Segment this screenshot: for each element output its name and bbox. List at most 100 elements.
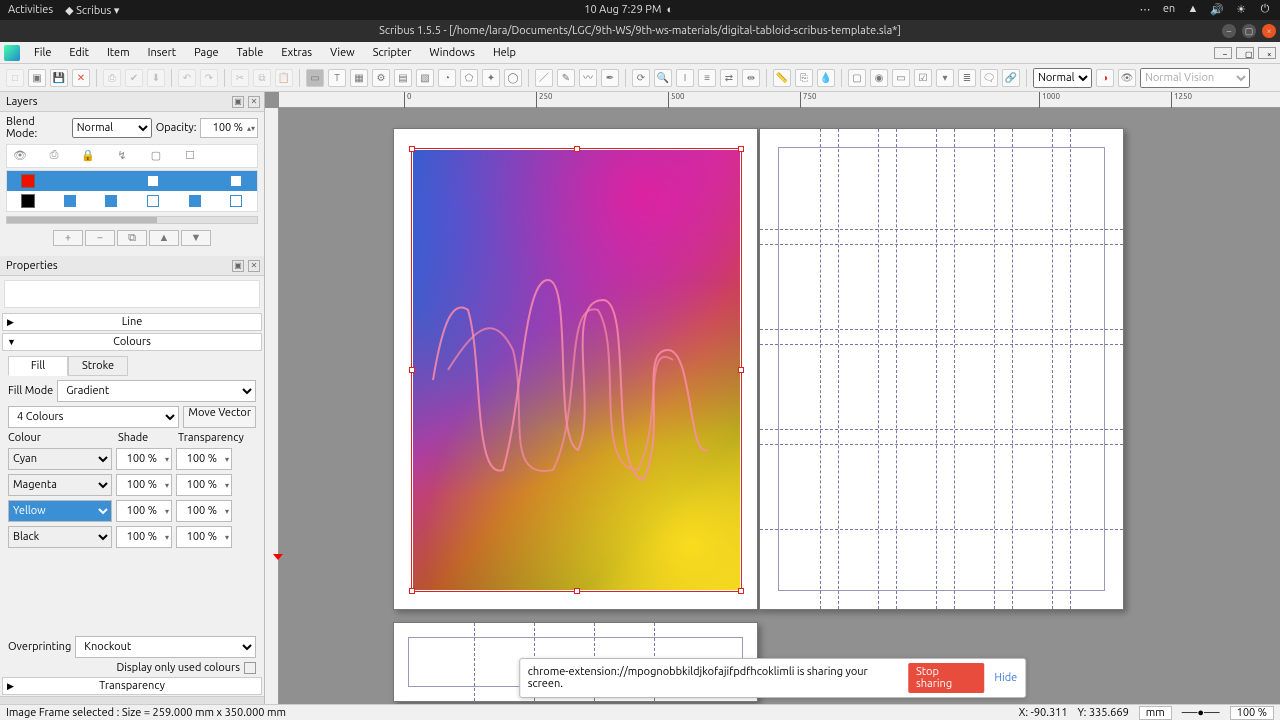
mdi-max[interactable]: ▢ — [1236, 47, 1254, 59]
layer-check[interactable] — [189, 175, 201, 187]
menu-extras[interactable]: Extras — [273, 45, 320, 61]
status-unit[interactable]: mm — [1139, 706, 1172, 720]
pdf-check[interactable]: ☑ — [914, 69, 932, 87]
tool-copy[interactable]: ⧉ — [253, 69, 271, 87]
close-button[interactable]: × — [1262, 24, 1276, 38]
section-colours[interactable]: ▼Colours — [2, 333, 262, 351]
maximize-button[interactable]: ▢ — [1242, 24, 1256, 38]
tool-zoom[interactable]: 🔍 — [654, 69, 672, 87]
tool-eyedrop[interactable]: 💧 — [817, 69, 835, 87]
opacity-spin[interactable]: 100 %▴▾ — [200, 118, 258, 138]
tool-open[interactable]: ▣ — [28, 69, 46, 87]
layer-check[interactable] — [105, 195, 117, 207]
layer-row[interactable] — [7, 191, 257, 211]
activities-button[interactable]: Activities — [8, 4, 53, 17]
colour-select[interactable]: Cyan — [8, 448, 112, 470]
layer-down-button[interactable]: ▼ — [181, 230, 211, 246]
section-line[interactable]: ▶Line — [2, 313, 262, 331]
tool-story[interactable]: ≡ — [698, 69, 716, 87]
layer-add-button[interactable]: + — [53, 230, 83, 246]
brightness-icon[interactable]: ☀ — [1234, 3, 1248, 17]
layer-check[interactable] — [64, 175, 76, 187]
trans-spin[interactable]: 100 %▾ — [176, 448, 232, 470]
pdf-radio[interactable]: ◉ — [870, 69, 888, 87]
menu-edit[interactable]: Edit — [61, 45, 97, 61]
menu-table[interactable]: Table — [229, 45, 272, 61]
canvas[interactable]: 0 250 500 750 1000 1250 — [265, 92, 1280, 704]
trans-spin[interactable]: 100 %▾ — [176, 474, 232, 496]
preview-mode-select[interactable]: Normal — [1033, 68, 1092, 88]
tool-edit-text[interactable]: I — [676, 69, 694, 87]
layer-check[interactable] — [147, 195, 159, 207]
trans-spin[interactable]: 100 %▾ — [176, 500, 232, 522]
tool-print[interactable]: ⎙ — [103, 69, 121, 87]
tool-link[interactable]: ⇄ — [720, 69, 738, 87]
tool-preflight[interactable]: ✔ — [125, 69, 143, 87]
menu-windows[interactable]: Windows — [421, 45, 483, 61]
menu-item[interactable]: Item — [99, 45, 138, 61]
pdf-list[interactable]: ≣ — [958, 69, 976, 87]
layer-row[interactable] — [7, 171, 257, 191]
panel-hscroll[interactable] — [0, 696, 264, 704]
tool-bezier[interactable]: ✎ — [557, 69, 575, 87]
tool-table[interactable]: ▤ — [394, 69, 412, 87]
tool-render[interactable]: ⚙ — [372, 69, 390, 87]
shade-spin[interactable]: 100 %▾ — [116, 448, 172, 470]
tool-polygon[interactable]: ⬠ — [460, 69, 478, 87]
blendmode-select[interactable]: Normal — [72, 118, 152, 138]
layer-hscroll[interactable] — [6, 216, 258, 224]
layer-up-button[interactable]: ▲ — [149, 230, 179, 246]
fillmode-select[interactable]: Gradient — [57, 380, 256, 402]
layers-close[interactable]: ✕ — [248, 96, 260, 108]
tool-redo[interactable]: ↷ — [200, 69, 218, 87]
colour-select[interactable]: Magenta — [8, 474, 112, 496]
shade-spin[interactable]: 100 %▾ — [116, 474, 172, 496]
minimize-button[interactable]: – — [1222, 24, 1236, 38]
colour-select[interactable]: Black — [8, 526, 112, 548]
tool-calligraphy[interactable]: ✒ — [601, 69, 619, 87]
colour-select[interactable]: Yellow — [8, 500, 112, 522]
layer-dup-button[interactable]: ⧉ — [117, 230, 147, 246]
tool-spiral[interactable]: ◯ — [504, 69, 522, 87]
shade-spin[interactable]: 100 %▾ — [116, 500, 172, 522]
layer-check[interactable] — [189, 195, 201, 207]
move-vector-button[interactable]: Move Vector — [183, 406, 256, 428]
tool-freehand[interactable]: 〰 — [579, 69, 597, 87]
trans-spin[interactable]: 100 %▾ — [176, 526, 232, 548]
tool-undo[interactable]: ↶ — [178, 69, 196, 87]
tab-stroke[interactable]: Stroke — [68, 356, 128, 376]
tool-select[interactable]: ▭ — [306, 69, 324, 87]
menu-file[interactable]: File — [26, 45, 59, 61]
mdi-min[interactable]: – — [1214, 47, 1232, 59]
zoom-slider[interactable]: ──●── — [1182, 707, 1220, 719]
mdi-close[interactable]: × — [1258, 47, 1276, 59]
tray-icon[interactable]: ⋯ — [1138, 3, 1152, 17]
preview-icon[interactable]: 👁 — [1118, 69, 1136, 87]
pdf-push[interactable]: ▢ — [848, 69, 866, 87]
pdf-annot[interactable]: 🗨 — [980, 69, 998, 87]
vision-select[interactable]: Normal Vision — [1140, 68, 1250, 88]
layer-check[interactable] — [64, 195, 76, 207]
app-menu[interactable]: ◆ Scribus ▾ — [65, 4, 119, 17]
tool-pdf[interactable]: ⬇ — [147, 69, 165, 87]
layers-shade[interactable]: ▣ — [232, 96, 244, 108]
status-zoom[interactable]: 100 % — [1230, 706, 1274, 720]
display-used-check[interactable] — [244, 662, 256, 674]
toggle-cms[interactable]: ◑ — [1096, 69, 1114, 87]
overprint-select[interactable]: Knockout — [75, 636, 256, 658]
props-close[interactable]: ✕ — [248, 260, 260, 272]
network-icon[interactable]: ▲ — [1186, 3, 1200, 17]
layer-check[interactable] — [147, 175, 159, 187]
audio-icon[interactable]: 🔊 — [1210, 3, 1224, 17]
tool-new[interactable]: □ — [6, 69, 24, 87]
selection-frame[interactable] — [411, 148, 742, 592]
tool-text-frame[interactable]: T — [328, 69, 346, 87]
tool-line[interactable]: ／ — [535, 69, 553, 87]
tool-paste[interactable]: 📋 — [275, 69, 293, 87]
hide-share-button[interactable]: Hide — [994, 672, 1017, 684]
stop-sharing-button[interactable]: Stop sharing — [908, 663, 984, 693]
layer-check[interactable] — [230, 195, 242, 207]
props-shade[interactable]: ▣ — [232, 260, 244, 272]
tool-cut[interactable]: ✂ — [231, 69, 249, 87]
tool-arc[interactable]: ◔ — [438, 69, 456, 87]
